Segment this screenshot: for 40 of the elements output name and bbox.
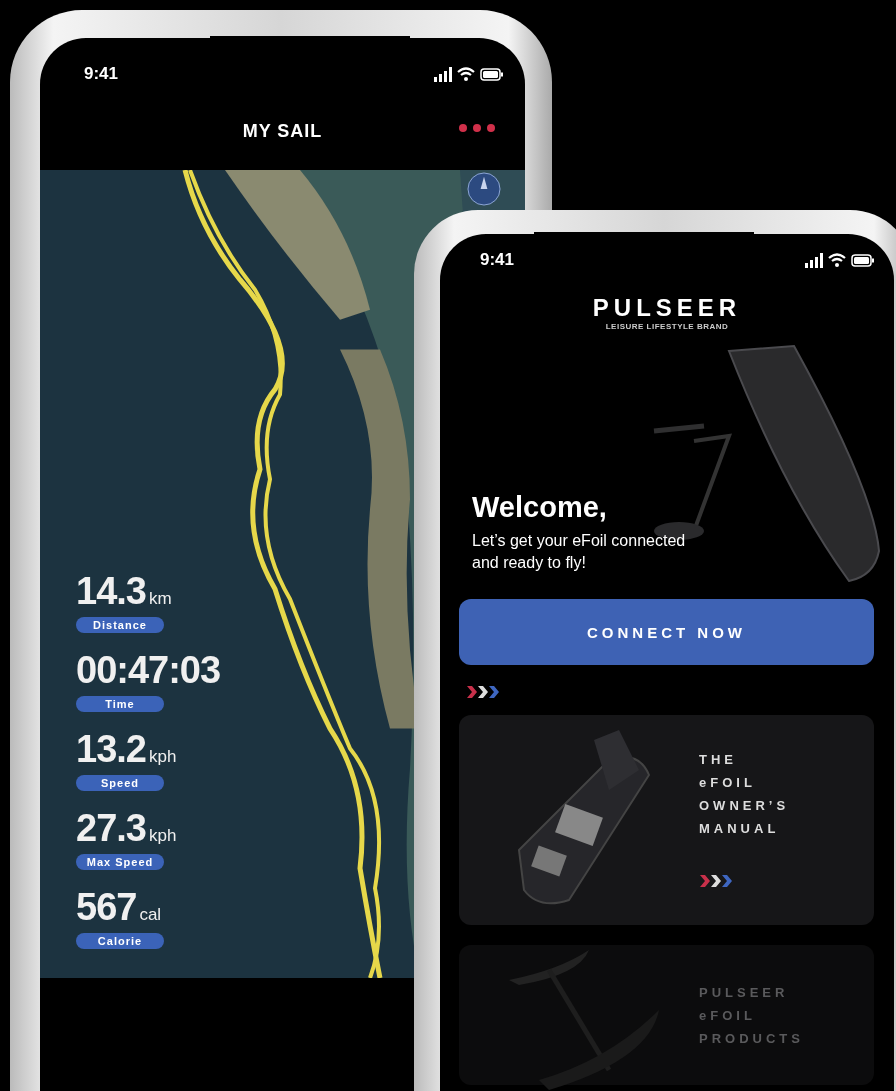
welcome-heading: Welcome, bbox=[472, 491, 608, 524]
stat-value: 13.2 bbox=[76, 728, 146, 771]
card-title-line: MANUAL bbox=[699, 821, 781, 836]
stat-value: 00:47:03 bbox=[76, 649, 221, 692]
card-title-line: PULSEER bbox=[699, 984, 790, 1000]
status-time: 9:41 bbox=[84, 64, 119, 84]
screen-title: MY SAIL bbox=[242, 120, 323, 142]
stat-value: 27.3 bbox=[76, 807, 146, 850]
stat-label: Distance bbox=[76, 617, 164, 633]
card-title-line: eFOIL bbox=[699, 1007, 757, 1023]
stat-value: 14.3 bbox=[76, 570, 146, 613]
battery-icon bbox=[480, 67, 503, 81]
stat-unit: km bbox=[148, 589, 172, 609]
card-title-line: eFOIL bbox=[699, 775, 757, 790]
connect-button[interactable]: CONNECT NOW bbox=[459, 599, 874, 665]
status-time: 9:41 bbox=[480, 250, 515, 270]
feature-card[interactable]: THE eFOIL OWNER’S MANUAL bbox=[459, 715, 874, 925]
chevrons-icon bbox=[699, 874, 735, 888]
signal-icon bbox=[434, 66, 452, 82]
stat-label: Max Speed bbox=[76, 854, 164, 870]
brand-tagline: LEISURE LIFESTYLE BRAND bbox=[605, 322, 729, 331]
stat-unit: kph bbox=[148, 826, 177, 846]
stat-label: Speed bbox=[76, 775, 164, 791]
stat-unit: kph bbox=[148, 747, 177, 767]
stat-unit: cal bbox=[139, 905, 162, 925]
signal-icon bbox=[805, 252, 823, 268]
stat-label: Calorie bbox=[76, 933, 164, 949]
card-title-line: OWNER’S bbox=[699, 798, 790, 813]
brand-logo: PULSEER bbox=[592, 294, 742, 322]
compass-icon[interactable] bbox=[467, 172, 501, 206]
more-icon[interactable] bbox=[459, 124, 495, 132]
card-title-line: PRODUCTS bbox=[699, 1030, 804, 1046]
wifi-icon bbox=[828, 252, 846, 268]
battery-icon bbox=[851, 253, 874, 267]
stat-label: Time bbox=[76, 696, 164, 712]
wifi-icon bbox=[457, 66, 475, 82]
card-title-line: THE bbox=[699, 752, 738, 767]
chevrons-icon bbox=[466, 685, 502, 699]
welcome-subtitle: Let’s get your eFoil connected and ready to fly! bbox=[472, 531, 686, 574]
stat-value: 567 bbox=[76, 886, 137, 929]
